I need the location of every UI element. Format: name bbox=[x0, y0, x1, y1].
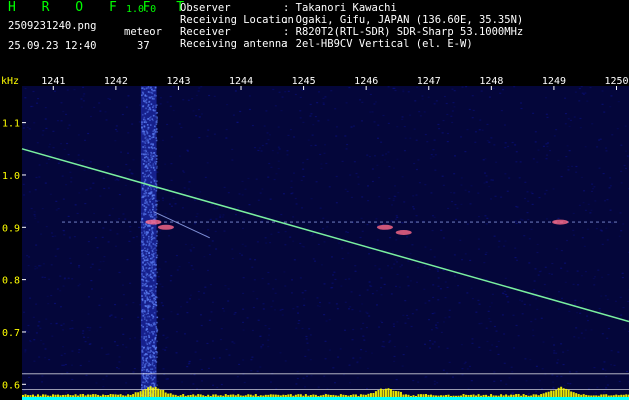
interference-band bbox=[140, 86, 159, 400]
spectrogram-plot: kHz 1241 1242 1243 1244 1245 1246 1247 1248 1249… bbox=[1, 76, 629, 400]
observer-label: Observer bbox=[180, 2, 231, 14]
timestamp: 25.09.23 12:40 bbox=[8, 40, 97, 52]
app-version: 1.0.0 bbox=[126, 4, 157, 15]
x-tick-label: 1247 bbox=[417, 76, 441, 87]
location-label: Receiving Location bbox=[180, 14, 294, 26]
observer-value: : Takanori Kawachi bbox=[283, 2, 397, 14]
header-panel: H R O F F T 1.0.0 2509231240.png 25.09.2… bbox=[0, 0, 629, 74]
x-tick-label: 1243 bbox=[166, 76, 190, 87]
detection-label: meteor bbox=[124, 26, 162, 38]
x-tick-label: 1250 bbox=[604, 76, 628, 87]
detection-count: 37 bbox=[137, 40, 150, 52]
meteor-echo bbox=[145, 219, 162, 225]
meteor-echo bbox=[552, 219, 569, 225]
y-tick-label: 0.6 bbox=[2, 380, 20, 391]
y-tick-label: 0.7 bbox=[2, 328, 20, 339]
x-tick-label: 1245 bbox=[292, 76, 316, 87]
y-tick-label: 1.0 bbox=[2, 171, 20, 182]
y-tick-label: 0.9 bbox=[2, 223, 20, 234]
file-name: 2509231240.png bbox=[8, 20, 97, 32]
x-tick-label: 1249 bbox=[542, 76, 566, 87]
app-brand: H R O F F T bbox=[8, 0, 194, 15]
meteor-echo bbox=[395, 230, 412, 236]
spectrogram-background bbox=[22, 86, 629, 400]
receiver-label: Receiver bbox=[180, 26, 231, 38]
antenna-value: : 2el-HB9CV Vertical (el. E-W) bbox=[283, 38, 473, 50]
meteor-echo bbox=[376, 224, 393, 230]
x-tick-label: 1246 bbox=[354, 76, 378, 87]
plot-area bbox=[22, 86, 629, 400]
y-tick-label: 0.8 bbox=[2, 276, 20, 287]
x-tick-label: 1244 bbox=[229, 76, 253, 87]
receiver-value: : R820T2(RTL-SDR) SDR-Sharp 53.1000MHz bbox=[283, 26, 524, 38]
y-axis-unit: kHz bbox=[1, 76, 19, 87]
antenna-label: Receiving antenna bbox=[180, 38, 288, 50]
y-tick-label: 1.1 bbox=[2, 119, 20, 130]
x-tick-label: 1248 bbox=[479, 76, 503, 87]
location-value: : Ogaki, Gifu, JAPAN (136.60E, 35.35N) bbox=[283, 14, 524, 26]
meteor-echo bbox=[157, 224, 174, 230]
x-tick-label: 1242 bbox=[104, 76, 128, 87]
x-tick-label: 1241 bbox=[41, 76, 65, 87]
